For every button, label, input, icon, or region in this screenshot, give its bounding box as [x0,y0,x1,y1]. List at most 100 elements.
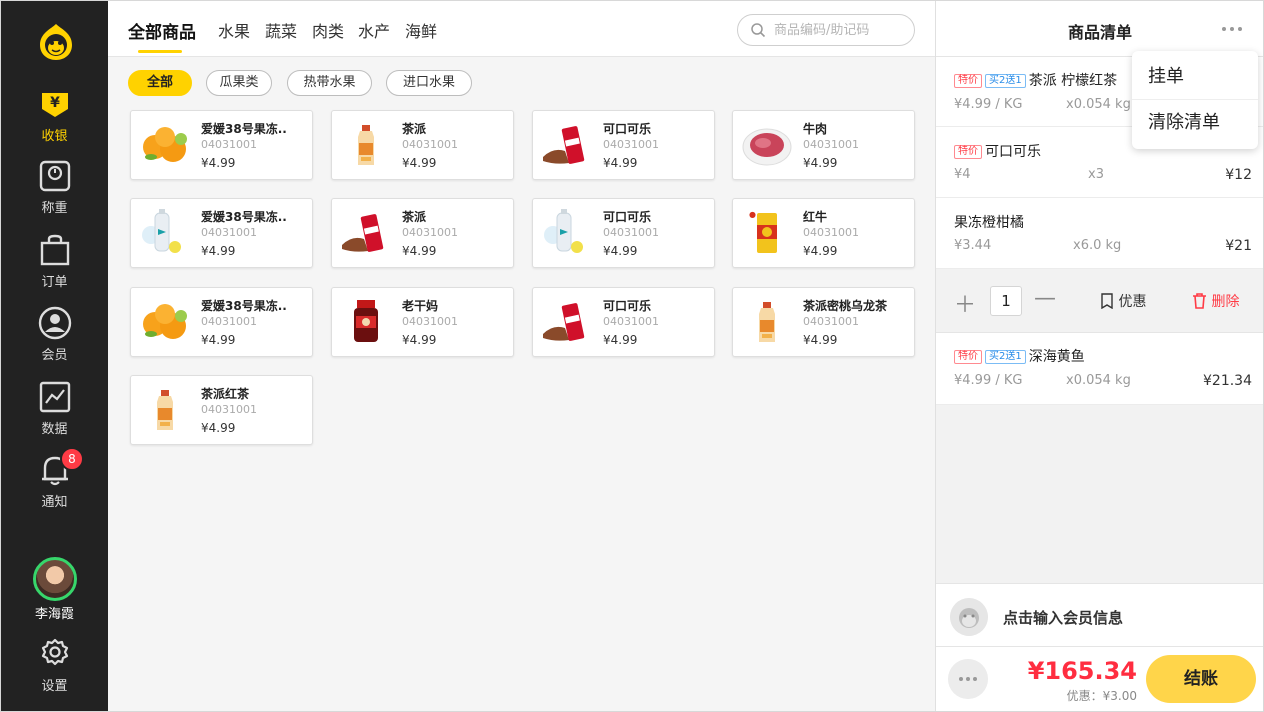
nav-orders[interactable]: 订单 [1,233,108,290]
product-name: 老干妈 [402,299,439,313]
tab-fruit[interactable]: 水果 [218,18,250,42]
product-card[interactable]: 茶派密桃乌龙茶 04031001 ¥4.99 [732,287,915,357]
member-entry[interactable]: 点击输入会员信息 [936,583,1263,647]
product-price: ¥4.99 [201,333,236,347]
nav-label: 设置 [41,679,68,694]
tab-all-products[interactable]: 全部商品 [128,18,196,43]
product-card[interactable]: 茶派 04031001 ¥4.99 [331,110,514,180]
delete-button[interactable]: 删除 [1192,291,1239,311]
search-box[interactable] [737,14,915,46]
product-code: 04031001 [402,226,458,239]
active-tab-indicator [138,50,182,53]
product-image [739,117,795,173]
product-card[interactable]: 茶派 04031001 ¥4.99 [331,198,514,268]
product-image [137,205,193,261]
tab-seafood[interactable]: 海鲜 [405,18,437,42]
chip-imported[interactable]: 进口水果 [386,70,472,96]
product-name: 爱媛38号果冻.. [201,122,287,136]
product-code: 04031001 [603,226,659,239]
menu-clear-list[interactable]: 清除清单 [1132,99,1258,147]
discount-amount: 优惠：¥3.00 [1066,689,1137,703]
product-card[interactable]: 牛肉 04031001 ¥4.99 [732,110,915,180]
cart-item-selected[interactable]: 果冻橙柑橘 ¥3.44 x6.0 kg ¥21 [936,198,1263,269]
pos-app: ¥ 收银 称重 订单 会员 数据 8 通知 李海霞 设置 全部商品 水果 蔬菜 … [0,0,1264,712]
nav-members[interactable]: 会员 [1,306,108,363]
tab-vegetables[interactable]: 蔬菜 [265,18,297,42]
nav-data[interactable]: 数据 [1,380,108,437]
svg-text:●: ● [749,210,756,219]
item-qty: x6.0 kg [1073,238,1122,253]
member-prompt: 点击输入会员信息 [1003,609,1124,627]
tag-promo: 买2送1 [985,74,1026,88]
discount-button[interactable]: 优惠 [1100,291,1146,311]
search-icon [751,23,766,38]
product-card[interactable]: 爱媛38号果冻.. 04031001 ¥4.99 [130,110,313,180]
tag-special: 特价 [954,74,982,88]
product-code: 04031001 [201,315,257,328]
product-card[interactable]: 可口可乐 04031001 ¥4.99 [532,110,715,180]
more-icon[interactable] [1218,19,1246,39]
product-image [137,382,193,438]
item-qty: x0.054 kg [1066,373,1131,388]
checkout-button[interactable]: 结账 [1146,655,1256,703]
nav-cashier[interactable]: ¥ 收银 [1,87,108,144]
cashier-icon: ¥ [41,93,68,117]
product-name: 爱媛38号果冻.. [201,210,287,224]
tag-special: 特价 [954,350,982,364]
minus-icon[interactable]: — [1034,286,1056,311]
chip-tropical[interactable]: 热带水果 [287,70,372,96]
item-qty: x0.054 kg [1066,97,1131,112]
product-card[interactable]: 老干妈 04031001 ¥4.99 [331,287,514,357]
scale-icon [39,160,70,192]
product-card[interactable]: ● 红牛 04031001 ¥4.99 [732,198,915,268]
nav-settings[interactable]: 设置 [1,637,108,694]
more-options-icon[interactable] [948,659,988,699]
item-name: 可口可乐 [985,144,1041,160]
product-price: ¥4.99 [803,156,838,170]
product-image [539,117,595,173]
avatar[interactable] [33,557,77,601]
product-name: 可口可乐 [603,122,652,136]
quantity-input[interactable]: 1 [990,286,1022,316]
product-card[interactable]: 茶派红茶 04031001 ¥4.99 [130,375,313,445]
product-code: 04031001 [201,226,257,239]
chip-all[interactable]: 全部 [128,70,192,96]
cart-item-name: 特价 可口可乐 [954,141,1041,161]
product-price: ¥4.99 [402,244,437,258]
plus-icon[interactable]: ＋ [954,287,976,319]
tab-meat[interactable]: 肉类 [312,18,344,42]
search-input[interactable] [774,21,904,39]
product-price: ¥4.99 [402,156,437,170]
product-price: ¥4.99 [201,244,236,258]
tab-aquatic[interactable]: 水产 [358,18,390,42]
product-price: ¥4.99 [201,156,236,170]
product-code: 04031001 [402,315,458,328]
product-card[interactable]: 爱媛38号果冻.. 04031001 ¥4.99 [130,287,313,357]
nav-weigh[interactable]: 称重 [1,159,108,216]
nav-label: 订单 [41,275,68,290]
product-name: 茶派密桃乌龙茶 [803,299,888,313]
nav-notifications[interactable]: 8 通知 [1,447,108,510]
product-image [338,294,394,350]
chip-melons[interactable]: 瓜果类 [206,70,272,96]
cart-item-name: 特价 买2送1 茶派 柠檬红茶 [954,70,1117,90]
product-price: ¥4.99 [603,333,638,347]
gear-icon [41,638,68,666]
product-image: ● [739,205,795,261]
user-icon [38,306,71,340]
product-code: 04031001 [603,138,659,151]
product-card[interactable]: 可口可乐 04031001 ¥4.99 [532,198,715,268]
item-total: ¥21 [1225,238,1252,254]
product-code: 04031001 [201,403,257,416]
menu-hold-order[interactable]: 挂单 [1132,53,1258,101]
cart-item-name: 特价 买2送1 深海黄鱼 [954,346,1085,366]
product-name: 爱媛38号果冻.. [201,299,287,313]
product-price: ¥4.99 [402,333,437,347]
product-card[interactable]: 可口可乐 04031001 ¥4.99 [532,287,715,357]
nav-label: 收银 [41,129,68,144]
cart-item[interactable]: 特价 买2送1 深海黄鱼 ¥4.99 / KG x0.054 kg ¥21.34 [936,333,1263,405]
product-card[interactable]: 爱媛38号果冻.. 04031001 ¥4.99 [130,198,313,268]
bag-icon [40,234,69,266]
product-image [338,205,394,261]
product-image [539,294,595,350]
